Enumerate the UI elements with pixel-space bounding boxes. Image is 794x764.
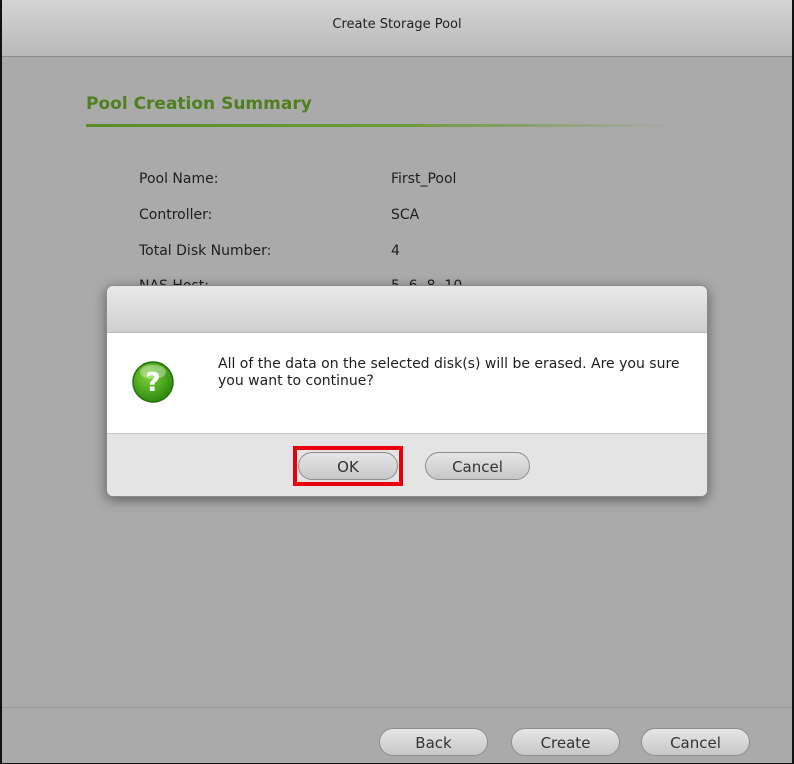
summary-value: 4	[391, 243, 400, 259]
window-titlebar: Create Storage Pool	[2, 0, 792, 57]
confirm-dialog: ? All of the data on the selected disk(s…	[106, 285, 708, 497]
dialog-body: ? All of the data on the selected disk(s…	[107, 333, 707, 433]
window-title: Create Storage Pool	[332, 17, 462, 32]
summary-label: Controller:	[139, 207, 213, 223]
section-title: Pool Creation Summary	[86, 94, 312, 114]
summary-label: Total Disk Number:	[139, 243, 272, 259]
cancel-button[interactable]: Cancel	[641, 728, 750, 756]
summary-label: Pool Name:	[139, 171, 219, 187]
summary-value: First_Pool	[391, 171, 457, 187]
dialog-header	[107, 286, 707, 333]
dialog-footer: OK Cancel	[107, 433, 707, 496]
dialog-message: All of the data on the selected disk(s) …	[218, 356, 680, 389]
ok-button[interactable]: OK	[298, 452, 398, 480]
section-divider	[86, 124, 676, 127]
question-icon: ?	[131, 360, 175, 404]
summary-value: SCA	[391, 207, 420, 223]
wizard-footer: Back Create Cancel	[2, 707, 792, 763]
back-button[interactable]: Back	[379, 728, 488, 756]
svg-text:?: ?	[145, 368, 160, 398]
dialog-cancel-button[interactable]: Cancel	[425, 452, 530, 480]
create-button[interactable]: Create	[511, 728, 620, 756]
